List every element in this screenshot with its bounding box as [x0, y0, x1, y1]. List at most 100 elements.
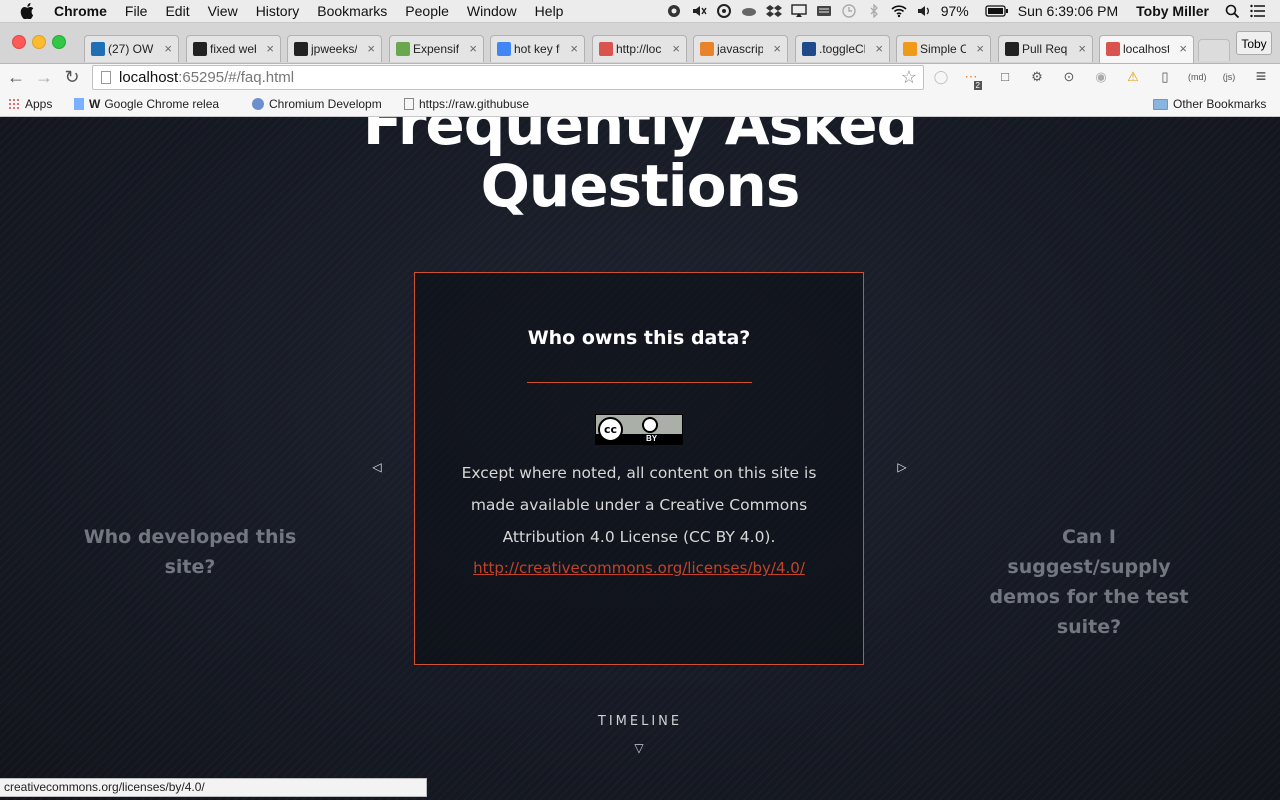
page-title-line-1: Frequently Asked	[362, 117, 918, 158]
tab-favicon-icon	[294, 42, 308, 56]
tab-favicon-icon	[802, 42, 816, 56]
attribution-icon	[642, 417, 658, 433]
previous-arrow-icon[interactable]: ◁	[370, 460, 384, 474]
menu-history[interactable]: History	[256, 3, 300, 19]
circle-app-icon[interactable]	[716, 4, 732, 18]
reload-icon[interactable]: ↻	[62, 67, 82, 87]
extension-leaf-icon[interactable]: ◉	[1092, 68, 1110, 86]
mute-volume-icon[interactable]	[691, 4, 707, 18]
bookmarks-bar: Apps W Google Chrome relea Chromium Devel…	[0, 91, 1280, 117]
bookmark-label: https://raw.githubuse	[419, 97, 530, 111]
tab-close-icon[interactable]: ×	[1179, 41, 1187, 56]
tab-favicon-icon	[1005, 42, 1019, 56]
tab-close-icon[interactable]: ×	[875, 41, 883, 56]
back-arrow-icon[interactable]: ←	[6, 67, 26, 87]
timeline-label[interactable]: TIMELINE	[0, 714, 1280, 729]
menu-file[interactable]: File	[125, 3, 148, 19]
clock[interactable]: Sun 6:39:06 PM	[1018, 3, 1118, 19]
tab-favicon-icon	[91, 42, 105, 56]
tab-favicon-icon	[396, 42, 410, 56]
address-bar[interactable]: localhost:65295/#/faq.html ☆	[92, 65, 924, 90]
bookmark-other-label: Other Bookmarks	[1173, 97, 1267, 111]
menu-help[interactable]: Help	[535, 3, 564, 19]
extension-md-icon[interactable]: (md)	[1188, 68, 1207, 86]
browser-tab[interactable]: localhost ×	[1099, 35, 1194, 63]
tab-close-icon[interactable]: ×	[672, 41, 680, 56]
tab-close-icon[interactable]: ×	[164, 41, 172, 56]
license-link[interactable]: http://creativecommons.org/licenses/by/4…	[455, 552, 823, 584]
tab-label: .toggleCl	[819, 42, 865, 56]
previous-question[interactable]: Who developed this site?	[80, 522, 300, 582]
menu-view[interactable]: View	[208, 3, 238, 19]
menu-bookmarks[interactable]: Bookmarks	[317, 3, 387, 19]
browser-tab[interactable]: (27) OWC ×	[84, 35, 179, 62]
keyboard-icon[interactable]	[816, 4, 832, 18]
timeline-down-arrow-icon[interactable]: ▽	[632, 741, 646, 755]
tab-close-icon[interactable]: ×	[976, 41, 984, 56]
next-arrow-icon[interactable]: ▷	[895, 460, 909, 474]
tab-favicon-icon	[1106, 42, 1120, 56]
dropbox-icon[interactable]	[765, 4, 782, 18]
new-tab-button[interactable]	[1198, 39, 1230, 61]
bookmark-apps[interactable]: Apps	[8, 96, 52, 112]
bookmark-item[interactable]: Chromium Developm	[252, 96, 384, 112]
user-name[interactable]: Toby Miller	[1136, 3, 1209, 19]
extension-chart-icon[interactable]: □	[996, 68, 1014, 86]
next-question[interactable]: Can I suggest/supply demos for the test …	[978, 522, 1200, 642]
battery-icon[interactable]	[985, 4, 1009, 18]
tab-close-icon[interactable]: ×	[266, 41, 274, 56]
window-close-button[interactable]	[12, 35, 26, 49]
menu-people[interactable]: People	[405, 3, 449, 19]
spotlight-search-icon[interactable]	[1225, 4, 1241, 18]
bluetooth-icon[interactable]	[866, 4, 882, 18]
extension-rss-icon[interactable]: ⋯ 2	[962, 68, 982, 90]
browser-tab[interactable]: javascript ×	[693, 35, 788, 62]
wifi-icon[interactable]	[891, 4, 907, 18]
airplay-icon[interactable]	[791, 4, 807, 18]
extension-braces-icon[interactable]: ▯	[1156, 68, 1174, 86]
extension-gear-icon[interactable]: ⚙	[1028, 68, 1046, 86]
record-icon[interactable]	[666, 4, 682, 18]
tab-label: jpweeks/p	[311, 42, 357, 56]
browser-tab[interactable]: Simple CS ×	[896, 35, 991, 62]
browser-tab[interactable]: Expensify ×	[389, 35, 484, 62]
extension-code-icon[interactable]: ⊙	[1060, 68, 1078, 86]
forward-arrow-icon[interactable]: →	[34, 67, 54, 87]
menu-window[interactable]: Window	[467, 3, 517, 19]
page-title: Frequently Asked Questions	[0, 117, 1280, 217]
tab-close-icon[interactable]: ×	[773, 41, 781, 56]
extension-circle-icon[interactable]: ◯	[932, 68, 950, 86]
browser-tab[interactable]: http://loc ×	[592, 35, 687, 62]
bookmark-star-icon[interactable]: ☆	[901, 68, 917, 87]
volume-icon[interactable]	[916, 4, 932, 18]
browser-tab[interactable]: hot key fo ×	[490, 35, 585, 62]
wikipedia-icon: W	[89, 97, 101, 111]
tab-label: hot key fo	[514, 42, 560, 56]
bookmark-apps-label: Apps	[25, 97, 53, 111]
profile-button[interactable]: Toby	[1236, 31, 1272, 55]
bookmark-item[interactable]: https://raw.githubuse	[404, 96, 540, 112]
time-machine-icon[interactable]	[841, 4, 857, 18]
apple-icon[interactable]	[20, 3, 34, 19]
notification-center-icon[interactable]	[1250, 4, 1266, 18]
document-icon	[74, 98, 84, 110]
menu-edit[interactable]: Edit	[165, 3, 189, 19]
tab-close-icon[interactable]: ×	[469, 41, 477, 56]
window-maximize-button[interactable]	[52, 35, 66, 49]
extension-warning-icon[interactable]: ⚠	[1124, 68, 1142, 86]
cc-icon: cc	[598, 417, 623, 442]
bookmark-other[interactable]: Other Bookmarks	[1153, 96, 1266, 112]
extension-js-icon[interactable]: (js)	[1220, 68, 1238, 86]
browser-tab[interactable]: jpweeks/p ×	[287, 35, 382, 62]
tab-close-icon[interactable]: ×	[570, 41, 578, 56]
browser-tab[interactable]: fixed web ×	[186, 35, 281, 62]
browser-tab[interactable]: Pull Requ ×	[998, 35, 1093, 62]
chrome-menu-icon[interactable]: ≡	[1252, 67, 1270, 86]
cloud-app-icon[interactable]	[741, 4, 757, 18]
tab-close-icon[interactable]: ×	[1078, 41, 1086, 56]
bookmark-item[interactable]: W Google Chrome relea	[74, 96, 234, 112]
tab-close-icon[interactable]: ×	[367, 41, 375, 56]
menu-app-name[interactable]: Chrome	[54, 3, 107, 19]
window-minimize-button[interactable]	[32, 35, 46, 49]
browser-tab[interactable]: .toggleCl ×	[795, 35, 890, 62]
